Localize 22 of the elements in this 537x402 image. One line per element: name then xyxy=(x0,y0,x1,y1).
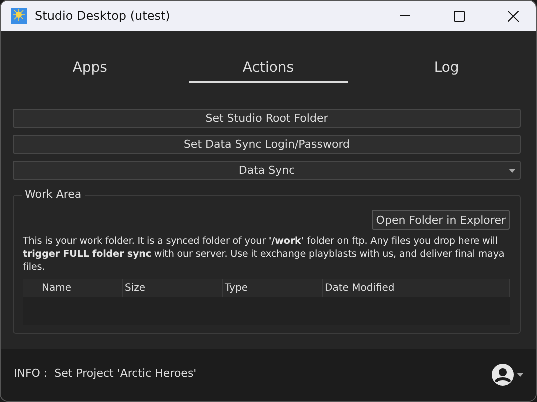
column-header[interactable]: Type xyxy=(223,279,323,297)
maximize-icon xyxy=(454,10,464,22)
action-button[interactable]: Set Studio Root Folder xyxy=(13,109,521,128)
action-button[interactable]: Set Data Sync Login/Password xyxy=(13,135,521,154)
user-menu-button[interactable] xyxy=(492,364,524,386)
panel-title: Work Area xyxy=(22,188,85,201)
column-header[interactable]: Name xyxy=(23,279,123,297)
user-icon xyxy=(492,364,514,386)
sync-dropdown[interactable]: Data Sync xyxy=(13,161,521,180)
column-header[interactable]: Date Modified xyxy=(323,279,510,297)
status-message: INFO : Set Project 'Arctic Heroes' xyxy=(14,366,198,382)
tab[interactable]: Apps xyxy=(11,47,170,83)
tab[interactable]: Actions xyxy=(189,47,348,83)
caret-icon xyxy=(509,169,516,173)
window-title: Studio Desktop (utest) xyxy=(35,9,172,23)
tab[interactable]: Log xyxy=(368,47,526,83)
close-icon xyxy=(508,10,518,22)
column-header[interactable]: Size xyxy=(123,279,223,297)
caret-icon xyxy=(517,373,524,377)
app-logo-icon xyxy=(11,8,27,24)
open-folder-button[interactable]: Open Folder in Explorer xyxy=(372,210,510,230)
description-text: This is your work folder. It is a synced folder of your '/work' folder on ftp. Any files you drop here will trigger FULL folder sync with our server. Use it exchange playblasts with us, and deliver final maya files. xyxy=(23,235,506,274)
